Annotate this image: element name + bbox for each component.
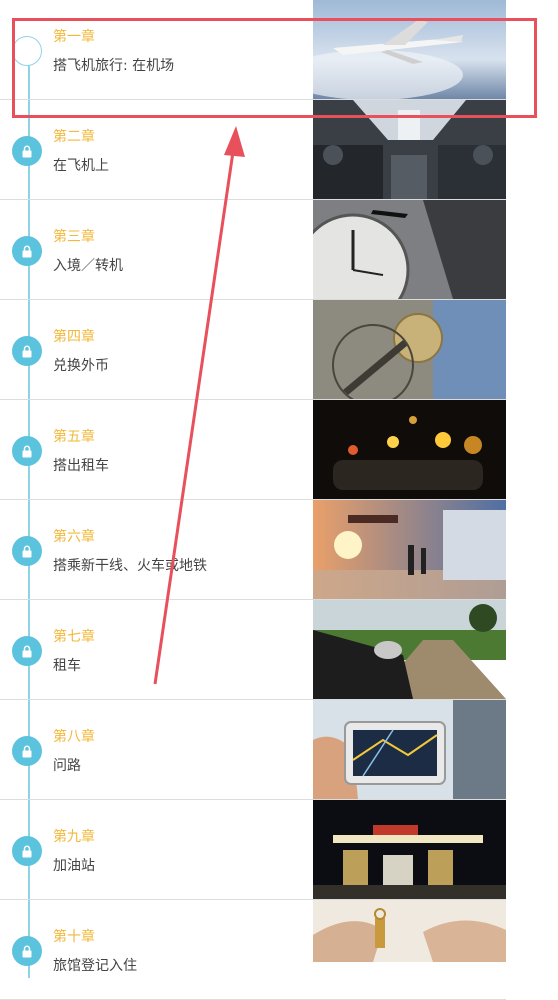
lock-icon xyxy=(12,336,42,366)
lock-icon xyxy=(12,136,42,166)
lock-icon xyxy=(12,836,42,866)
chapter-number: 第七章 xyxy=(53,629,95,645)
chapter-thumbnail xyxy=(313,100,506,199)
chapter-thumbnail xyxy=(313,200,506,299)
lock-icon xyxy=(12,936,42,966)
chapter-row[interactable]: 第六章 搭乘新干线、火车或地铁 xyxy=(0,500,506,600)
chapter-row[interactable]: 第四章 兑换外币 xyxy=(0,300,506,400)
chapter-title: 加油站 xyxy=(53,858,95,874)
chapter-title: 旅馆登记入住 xyxy=(53,958,137,974)
current-chapter-dot xyxy=(12,36,42,66)
chapter-row[interactable]: 第十章 旅馆登记入住 xyxy=(0,900,506,1000)
chapter-title: 兑换外币 xyxy=(53,358,109,374)
chapter-thumbnail xyxy=(313,900,506,962)
chapter-title: 搭飞机旅行: 在机场 xyxy=(53,58,175,74)
chapter-thumbnail xyxy=(313,500,506,599)
chapter-thumbnail xyxy=(313,300,506,399)
chapter-number: 第九章 xyxy=(53,829,95,845)
lock-icon xyxy=(12,436,42,466)
chapter-row[interactable]: 第七章 租车 xyxy=(0,600,506,700)
chapter-row[interactable]: 第八章 问路 xyxy=(0,700,506,800)
chapter-title: 搭乘新干线、火车或地铁 xyxy=(53,558,207,574)
chapter-row[interactable]: 第九章 加油站 xyxy=(0,800,506,900)
chapter-title: 问路 xyxy=(53,758,81,774)
chapter-title: 租车 xyxy=(53,658,81,674)
chapter-row[interactable]: 第一章 搭飞机旅行: 在机场 xyxy=(0,0,506,100)
chapter-thumbnail xyxy=(313,700,506,799)
chapter-title: 搭出租车 xyxy=(53,458,109,474)
chapter-row[interactable]: 第三章 入境／转机 xyxy=(0,200,506,300)
chapter-thumbnail xyxy=(313,0,506,99)
chapter-row[interactable]: 第五章 搭出租车 xyxy=(0,400,506,500)
chapter-number: 第五章 xyxy=(53,429,95,445)
lock-icon xyxy=(12,636,42,666)
chapter-title: 在飞机上 xyxy=(53,158,109,174)
chapter-thumbnail xyxy=(313,800,506,899)
chapter-number: 第四章 xyxy=(53,329,95,345)
chapter-thumbnail xyxy=(313,400,506,499)
chapter-number: 第六章 xyxy=(53,529,95,545)
lock-icon xyxy=(12,236,42,266)
chapter-title: 入境／转机 xyxy=(53,258,123,274)
chapter-number: 第十章 xyxy=(53,929,95,945)
chapter-number: 第一章 xyxy=(53,29,95,45)
lock-icon xyxy=(12,536,42,566)
chapter-number: 第三章 xyxy=(53,229,95,245)
chapter-number: 第二章 xyxy=(53,129,95,145)
chapter-number: 第八章 xyxy=(53,729,95,745)
chapter-thumbnail xyxy=(313,600,506,699)
chapter-row[interactable]: 第二章 在飞机上 xyxy=(0,100,506,200)
lock-icon xyxy=(12,736,42,766)
